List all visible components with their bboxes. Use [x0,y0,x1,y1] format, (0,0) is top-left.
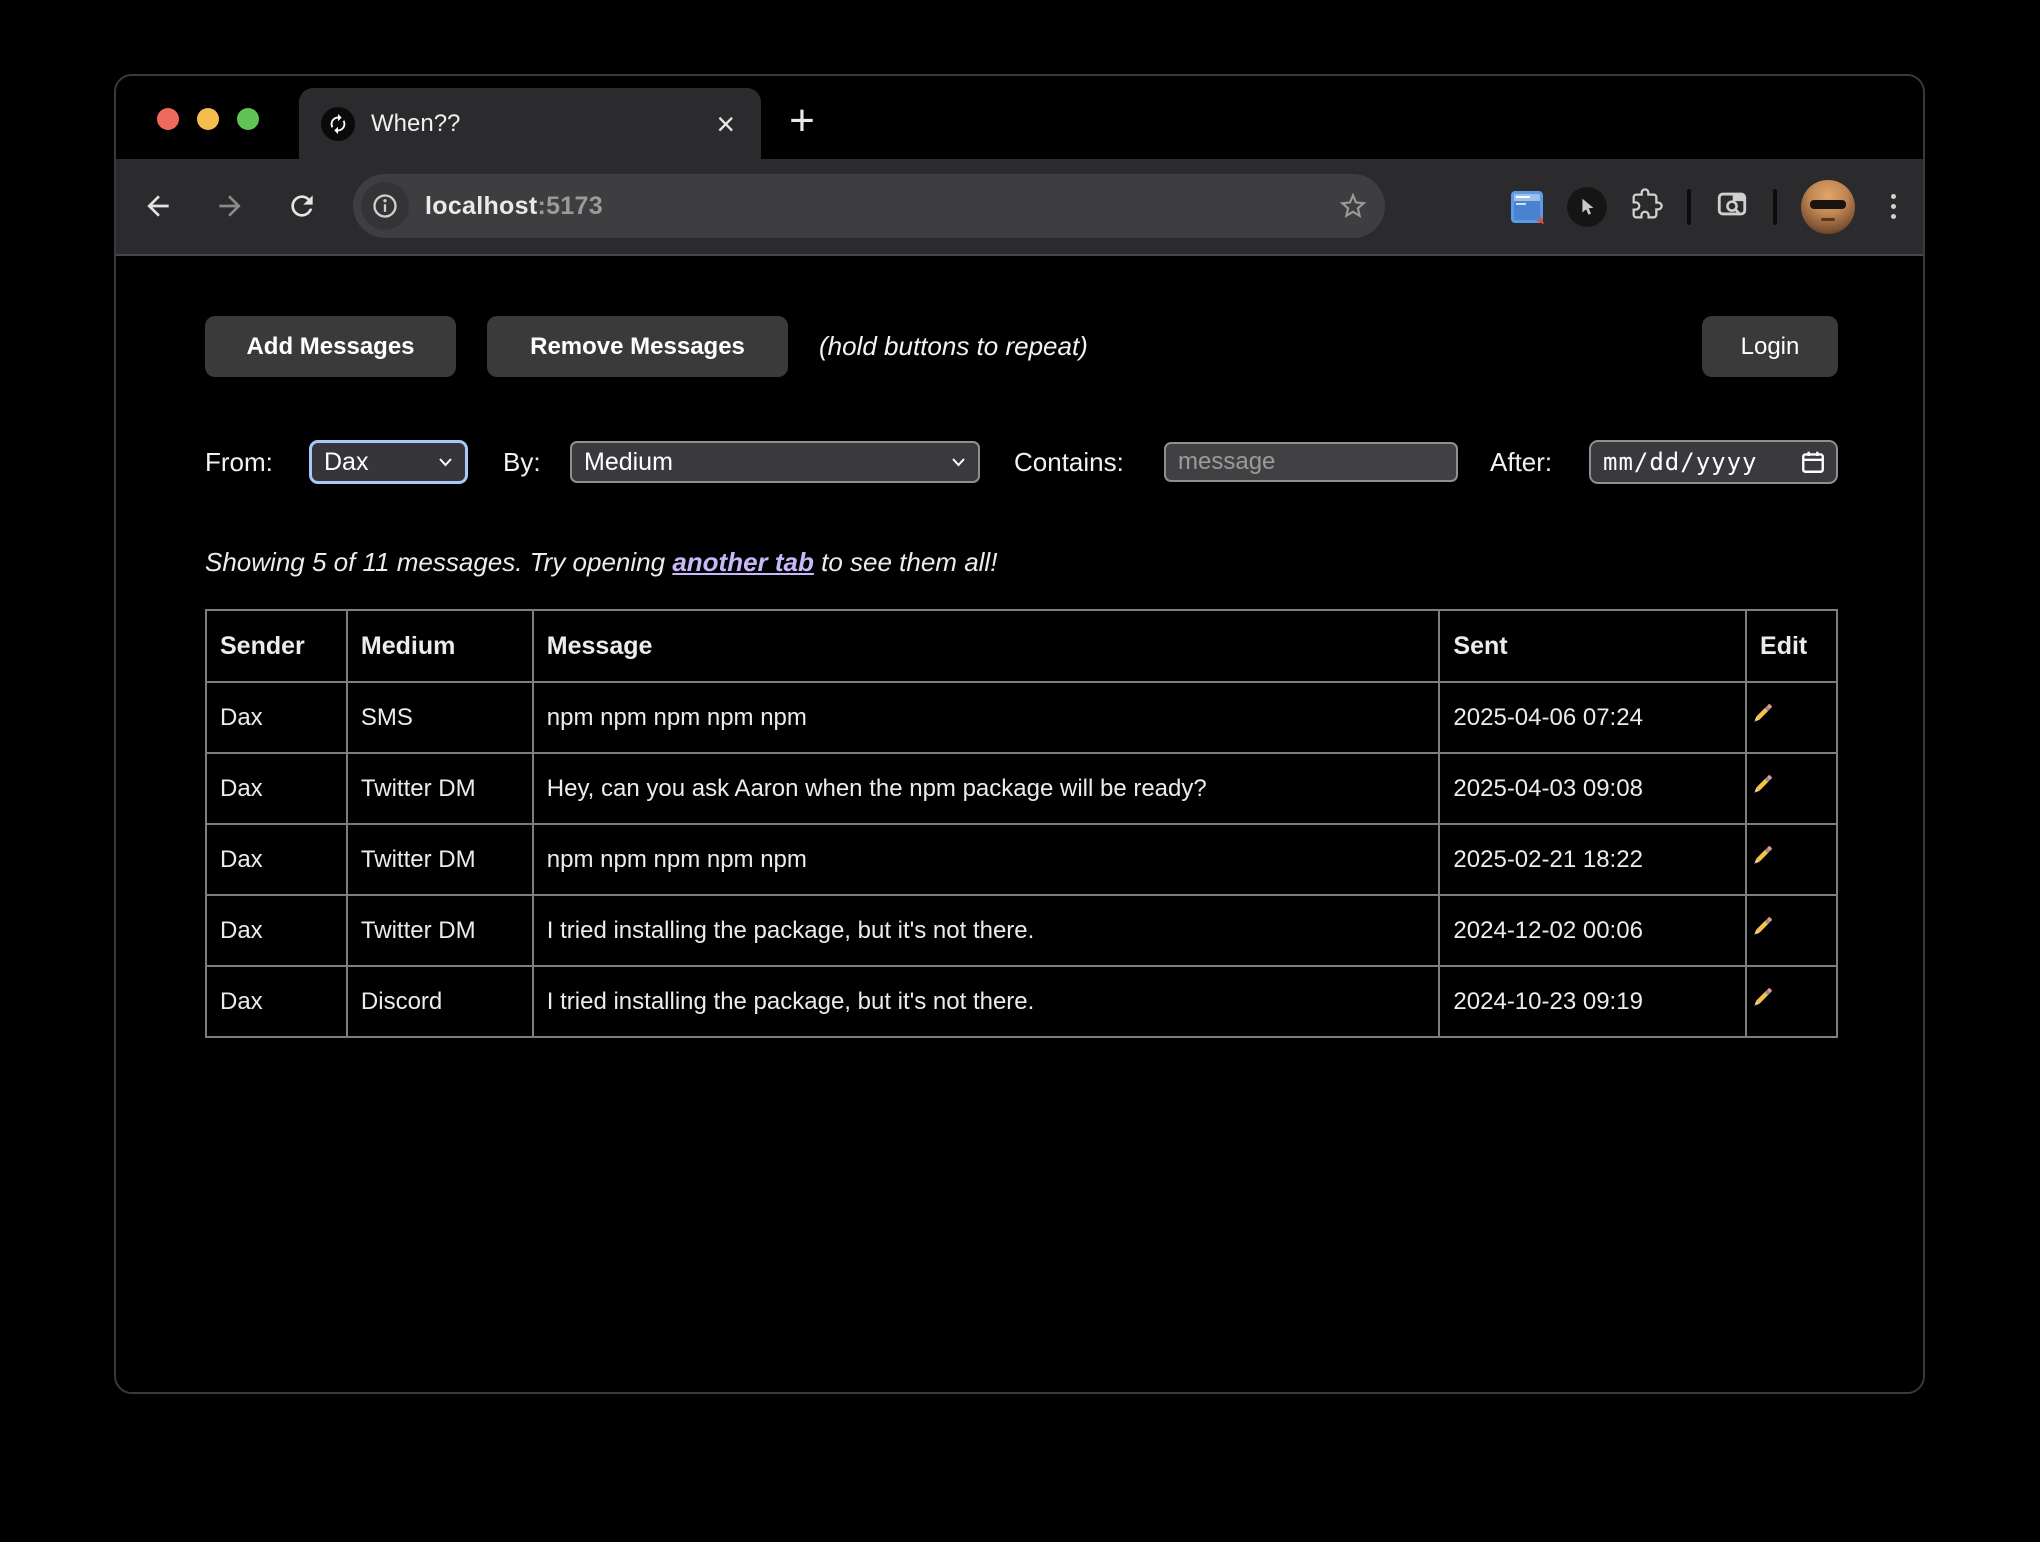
contains-input[interactable] [1164,442,1458,482]
browser-window: When?? × + localhost:5173 [114,74,1925,1394]
cell-medium: Discord [347,966,533,1037]
remove-messages-button[interactable]: Remove Messages [487,316,788,377]
cell-sent: 2025-02-21 18:22 [1439,824,1746,895]
cell-sender: Dax [206,682,347,753]
title-bar: When?? × + [116,76,1923,159]
edit-button[interactable] [1746,682,1837,753]
profile-avatar[interactable] [1801,180,1855,234]
url-text[interactable]: localhost:5173 [425,192,1337,221]
edit-button[interactable] [1746,895,1837,966]
after-date-input[interactable]: mm/dd/yyyy [1589,440,1838,484]
calendar-icon[interactable] [1800,449,1826,475]
table-header-row: Sender Medium Message Sent Edit [206,610,1837,682]
close-window-button[interactable] [157,108,179,130]
by-label: By: [503,440,541,484]
cell-message: npm npm npm npm npm [533,824,1440,895]
cell-sent: 2024-12-02 00:06 [1439,895,1746,966]
cell-medium: Twitter DM [347,824,533,895]
table-row: Dax Twitter DM Hey, can you ask Aaron wh… [206,753,1837,824]
messages-table: Sender Medium Message Sent Edit Dax SMS … [205,609,1838,1038]
pencil-icon [1747,841,1777,871]
status-prefix: Showing 5 of 11 messages. Try opening [205,547,672,577]
table-row: Dax SMS npm npm npm npm npm 2025-04-06 0… [206,682,1837,753]
cell-medium: Twitter DM [347,753,533,824]
cell-sent: 2024-10-23 09:19 [1439,966,1746,1037]
cell-medium: Twitter DM [347,895,533,966]
back-arrow-icon[interactable] [142,190,174,222]
status-suffix: to see them all! [814,547,998,577]
forward-arrow-icon[interactable] [214,190,246,222]
extensions-puzzle-icon[interactable] [1631,188,1663,225]
browser-toolbar: localhost:5173 [116,159,1923,256]
cell-sender: Dax [206,966,347,1037]
cell-medium: SMS [347,682,533,753]
table-row: Dax Twitter DM I tried installing the pa… [206,895,1837,966]
tab-close-icon[interactable]: × [712,108,739,140]
login-button[interactable]: Login [1702,316,1838,377]
header-edit: Edit [1746,610,1837,682]
from-select-value: Dax [324,448,438,477]
table-row: Dax Discord I tried installing the packa… [206,966,1837,1037]
bookmark-star-icon[interactable] [1337,190,1369,222]
edit-button[interactable] [1746,753,1837,824]
by-select[interactable]: Medium [570,441,980,483]
header-sent: Sent [1439,610,1746,682]
pencil-icon [1747,912,1777,942]
cell-message: I tried installing the package, but it's… [533,966,1440,1037]
toolbar-divider [1687,189,1691,225]
tab-title: When?? [371,110,712,138]
toolbar-divider [1773,189,1777,225]
reload-icon[interactable] [286,190,318,222]
after-date-value: mm/dd/yyyy [1603,448,1800,476]
new-tab-button[interactable]: + [779,98,825,144]
chevron-down-icon [438,457,453,467]
browser-tab[interactable]: When?? × [299,88,761,159]
status-line: Showing 5 of 11 messages. Try opening an… [205,547,997,578]
sync-icon [321,107,355,141]
pencil-icon [1747,770,1777,800]
url-port: :5173 [537,192,602,220]
header-sender: Sender [206,610,347,682]
url-host: localhost [425,192,537,220]
from-select[interactable]: Dax [309,440,468,484]
after-label: After: [1490,440,1552,484]
hold-buttons-hint: (hold buttons to repeat) [819,316,1088,377]
zoom-window-button[interactable] [237,108,259,130]
minimize-window-button[interactable] [197,108,219,130]
tab-search-icon[interactable] [1715,187,1749,226]
table-row: Dax Twitter DM npm npm npm npm npm 2025-… [206,824,1837,895]
cell-sender: Dax [206,753,347,824]
toolbar-right-icons [1511,159,1907,254]
add-messages-button[interactable]: Add Messages [205,316,456,377]
chevron-down-icon [951,457,966,467]
cell-sender: Dax [206,824,347,895]
cell-message: I tried installing the package, but it's… [533,895,1440,966]
header-medium: Medium [347,610,533,682]
page-content: Add Messages Remove Messages (hold butto… [116,258,1923,1392]
from-label: From: [205,440,273,484]
cursor-extension-icon[interactable] [1567,187,1607,227]
cell-sent: 2025-04-06 07:24 [1439,682,1746,753]
another-tab-link[interactable]: another tab [672,547,814,577]
cell-sender: Dax [206,895,347,966]
edit-button[interactable] [1746,966,1837,1037]
pencil-icon [1747,699,1777,729]
pencil-icon [1747,983,1777,1013]
kebab-menu-icon[interactable] [1879,191,1907,223]
header-message: Message [533,610,1440,682]
window-resizer-extension-icon[interactable] [1511,191,1543,223]
address-bar[interactable]: localhost:5173 [353,174,1385,238]
contains-label: Contains: [1014,440,1124,484]
edit-button[interactable] [1746,824,1837,895]
cell-message: Hey, can you ask Aaron when the npm pack… [533,753,1440,824]
cell-sent: 2025-04-03 09:08 [1439,753,1746,824]
by-select-value: Medium [584,448,951,477]
page-info-icon[interactable] [361,182,409,230]
cell-message: npm npm npm npm npm [533,682,1440,753]
